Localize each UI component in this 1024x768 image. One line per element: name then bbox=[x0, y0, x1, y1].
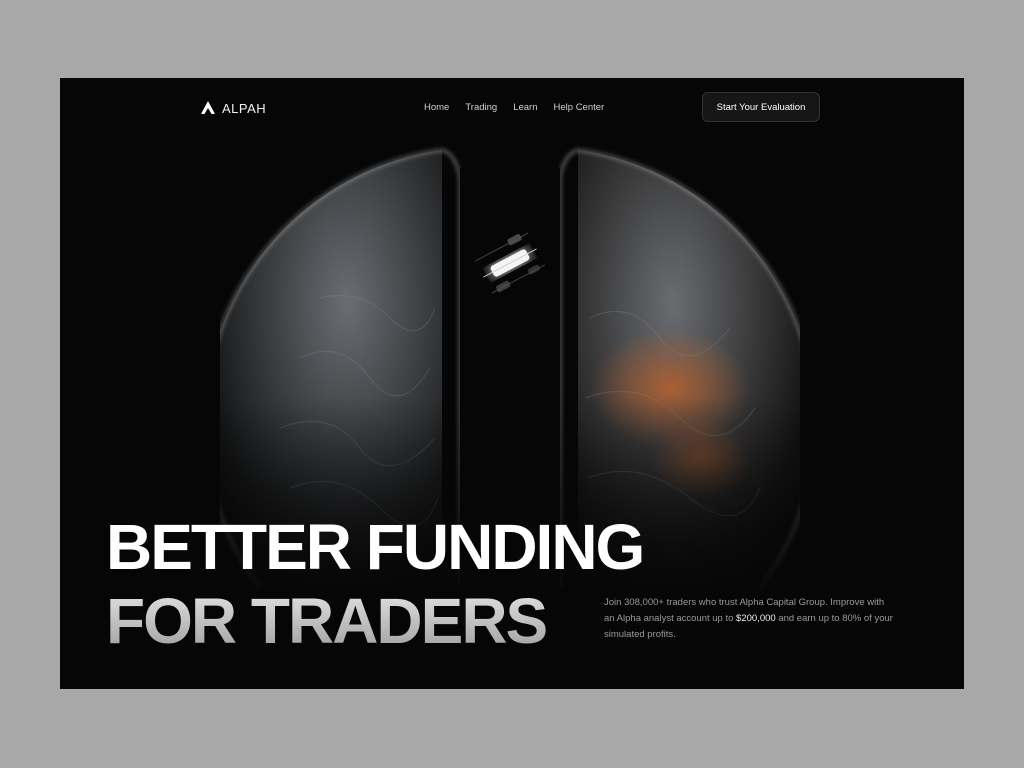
hero-headline: BETTER FUNDING FOR TRADERS bbox=[106, 510, 645, 658]
start-evaluation-button[interactable]: Start Your Evaluation bbox=[702, 92, 820, 122]
header-logo[interactable]: ALPAH bbox=[200, 100, 266, 116]
nav-link-home[interactable]: Home bbox=[424, 102, 449, 113]
main-navigation: Home Trading Learn Help Center bbox=[424, 102, 604, 113]
nav-link-learn[interactable]: Learn bbox=[513, 102, 537, 113]
alpah-logo-icon bbox=[201, 101, 215, 114]
hero-description: Join 308,000+ traders who trust Alpha Ca… bbox=[604, 595, 896, 643]
nav-link-help-center[interactable]: Help Center bbox=[554, 102, 605, 113]
brand-name: ALPAH bbox=[222, 100, 267, 116]
headline-line-1: BETTER FUNDING bbox=[106, 511, 645, 583]
description-highlight-amount: $200,000 bbox=[736, 613, 776, 624]
landing-page-frame: ALPAH Home Trading Learn Help Center Sta… bbox=[60, 78, 964, 689]
headline-line-2: FOR TRADERS bbox=[106, 584, 643, 658]
nav-link-trading[interactable]: Trading bbox=[465, 102, 497, 113]
